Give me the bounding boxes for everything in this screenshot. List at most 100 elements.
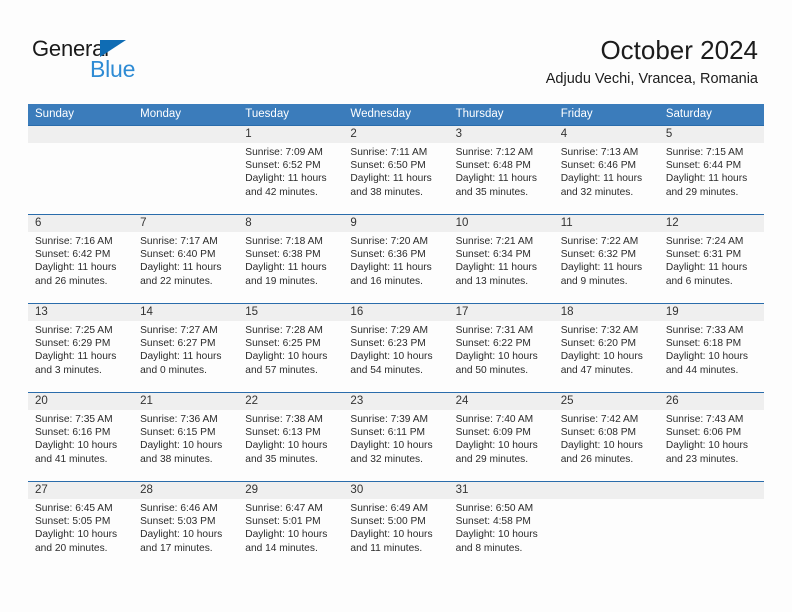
day-cell[interactable]: 2 Sunrise: 7:11 AM Sunset: 6:50 PM Dayli…	[343, 126, 448, 214]
day-details: Sunrise: 7:31 AM Sunset: 6:22 PM Dayligh…	[456, 324, 554, 377]
sunset-text: Sunset: 6:27 PM	[140, 338, 216, 350]
day-cell[interactable]: 20 Sunrise: 7:35 AM Sunset: 6:16 PM Dayl…	[28, 393, 133, 481]
day-number: 22	[245, 395, 259, 407]
day-cell[interactable]	[28, 126, 133, 214]
brand-logo: General Blue	[32, 36, 162, 84]
day-details: Sunrise: 7:24 AM Sunset: 6:31 PM Dayligh…	[666, 235, 764, 288]
day-details: Sunrise: 7:12 AM Sunset: 6:48 PM Dayligh…	[456, 146, 554, 199]
sunrise-text: Sunrise: 7:38 AM	[245, 414, 323, 425]
day-number: 12	[665, 217, 679, 229]
day-number	[666, 482, 764, 499]
day-cell[interactable]: 31 Sunrise: 6:50 AM Sunset: 4:58 PM Dayl…	[449, 482, 554, 568]
daylight-text-line2: and 44 minutes.	[665, 364, 739, 376]
daylight-text-line2: and 38 minutes.	[350, 186, 423, 198]
day-cell[interactable]: 12 Sunrise: 7:24 AM Sunset: 6:31 PM Dayl…	[659, 215, 764, 303]
day-cell[interactable]: 27 Sunrise: 6:45 AM Sunset: 5:05 PM Dayl…	[28, 482, 133, 568]
day-cell[interactable]: 13 Sunrise: 7:25 AM Sunset: 6:29 PM Dayl…	[28, 304, 133, 392]
sunset-text: Sunset: 6:18 PM	[665, 338, 742, 350]
week-row: 13 Sunrise: 7:25 AM Sunset: 6:29 PM Dayl…	[28, 303, 764, 392]
day-cell[interactable]: 19 Sunrise: 7:33 AM Sunset: 6:18 PM Dayl…	[659, 304, 764, 392]
sunrise-text: Sunrise: 6:50 AM	[455, 503, 534, 514]
day-details: Sunrise: 7:17 AM Sunset: 6:40 PM Dayligh…	[140, 235, 238, 288]
daylight-text-line2: and 35 minutes.	[455, 186, 529, 198]
day-cell[interactable]	[133, 126, 238, 214]
day-cell[interactable]	[554, 482, 659, 568]
brand-name-bottom: Blue	[90, 56, 136, 82]
daylight-text-line2: and 0 minutes.	[140, 364, 207, 376]
daylight-text-line2: and 50 minutes.	[455, 364, 529, 376]
daylight-text-line2: and 9 minutes.	[560, 275, 628, 287]
sunset-text: Sunset: 6:40 PM	[140, 249, 216, 261]
day-cell[interactable]	[659, 482, 764, 568]
day-cell[interactable]: 29 Sunrise: 6:47 AM Sunset: 5:01 PM Dayl…	[238, 482, 343, 568]
daylight-text-line1: Daylight: 10 hours	[245, 529, 328, 541]
sunrise-text: Sunrise: 7:31 AM	[455, 325, 534, 336]
day-number: 1	[245, 128, 252, 140]
daylight-text-line2: and 23 minutes.	[665, 453, 739, 465]
day-cell[interactable]: 17 Sunrise: 7:31 AM Sunset: 6:22 PM Dayl…	[449, 304, 554, 392]
sunrise-text: Sunrise: 6:47 AM	[245, 503, 323, 514]
day-details: Sunrise: 7:32 AM Sunset: 6:20 PM Dayligh…	[561, 324, 659, 377]
day-cell[interactable]: 30 Sunrise: 6:49 AM Sunset: 5:00 PM Dayl…	[343, 482, 448, 568]
day-details: Sunrise: 7:39 AM Sunset: 6:11 PM Dayligh…	[350, 413, 448, 466]
daylight-text-line1: Daylight: 11 hours	[140, 262, 222, 274]
daylight-text-line1: Daylight: 10 hours	[350, 440, 433, 452]
day-number: 23	[350, 395, 364, 407]
daylight-text-line1: Daylight: 11 hours	[35, 351, 117, 363]
daylight-text-line1: Daylight: 11 hours	[455, 173, 537, 185]
sunset-text: Sunset: 4:58 PM	[455, 516, 531, 528]
sunrise-text: Sunrise: 7:18 AM	[245, 236, 323, 247]
day-cell[interactable]: 4 Sunrise: 7:13 AM Sunset: 6:46 PM Dayli…	[554, 126, 659, 214]
day-number: 7	[140, 217, 147, 229]
sunrise-text: Sunrise: 7:17 AM	[140, 236, 218, 247]
day-details: Sunrise: 6:45 AM Sunset: 5:05 PM Dayligh…	[35, 502, 133, 555]
day-cell[interactable]: 24 Sunrise: 7:40 AM Sunset: 6:09 PM Dayl…	[449, 393, 554, 481]
day-cell[interactable]: 16 Sunrise: 7:29 AM Sunset: 6:23 PM Dayl…	[343, 304, 448, 392]
daylight-text-line2: and 6 minutes.	[665, 275, 733, 287]
sunset-text: Sunset: 6:09 PM	[455, 427, 531, 439]
daylight-text-line2: and 32 minutes.	[560, 186, 634, 198]
day-number: 4	[560, 128, 568, 140]
day-cell[interactable]: 15 Sunrise: 7:28 AM Sunset: 6:25 PM Dayl…	[238, 304, 343, 392]
daylight-text-line2: and 22 minutes.	[140, 275, 213, 287]
day-cell[interactable]: 23 Sunrise: 7:39 AM Sunset: 6:11 PM Dayl…	[343, 393, 448, 481]
daylight-text-line2: and 47 minutes.	[560, 364, 634, 376]
week-row: 1 Sunrise: 7:09 AM Sunset: 6:52 PM Dayli…	[28, 125, 764, 214]
daylight-text-line1: Daylight: 11 hours	[560, 173, 643, 185]
sunrise-text: Sunrise: 7:35 AM	[35, 414, 113, 425]
day-cell[interactable]: 1 Sunrise: 7:09 AM Sunset: 6:52 PM Dayli…	[238, 126, 343, 214]
day-number: 2	[350, 128, 357, 140]
sunrise-text: Sunrise: 7:27 AM	[140, 325, 218, 336]
sunset-text: Sunset: 6:22 PM	[455, 338, 531, 350]
day-cell[interactable]: 22 Sunrise: 7:38 AM Sunset: 6:13 PM Dayl…	[238, 393, 343, 481]
day-cell[interactable]: 10 Sunrise: 7:21 AM Sunset: 6:34 PM Dayl…	[449, 215, 554, 303]
day-cell[interactable]: 6 Sunrise: 7:16 AM Sunset: 6:42 PM Dayli…	[28, 215, 133, 303]
day-cell[interactable]: 21 Sunrise: 7:36 AM Sunset: 6:15 PM Dayl…	[133, 393, 238, 481]
sunset-text: Sunset: 5:01 PM	[245, 516, 321, 528]
daylight-text-line2: and 54 minutes.	[350, 364, 423, 376]
day-number	[561, 482, 659, 499]
day-cell[interactable]: 9 Sunrise: 7:20 AM Sunset: 6:36 PM Dayli…	[343, 215, 448, 303]
page-title: October 2024	[600, 35, 758, 65]
weekday-saturday: Saturday	[665, 108, 712, 120]
day-details: Sunrise: 7:11 AM Sunset: 6:50 PM Dayligh…	[350, 146, 448, 199]
day-details: Sunrise: 7:27 AM Sunset: 6:27 PM Dayligh…	[140, 324, 238, 377]
day-cell[interactable]: 14 Sunrise: 7:27 AM Sunset: 6:27 PM Dayl…	[133, 304, 238, 392]
daylight-text-line1: Daylight: 10 hours	[455, 440, 538, 452]
calendar-grid: Sunday Monday Tuesday Wednesday Thursday…	[28, 104, 764, 568]
daylight-text-line2: and 57 minutes.	[245, 364, 318, 376]
day-cell[interactable]: 28 Sunrise: 6:46 AM Sunset: 5:03 PM Dayl…	[133, 482, 238, 568]
sunset-text: Sunset: 6:44 PM	[665, 160, 742, 172]
week-row: 20 Sunrise: 7:35 AM Sunset: 6:16 PM Dayl…	[28, 392, 764, 481]
day-number: 16	[350, 306, 364, 318]
day-cell[interactable]: 11 Sunrise: 7:22 AM Sunset: 6:32 PM Dayl…	[554, 215, 659, 303]
day-cell[interactable]: 26 Sunrise: 7:43 AM Sunset: 6:06 PM Dayl…	[659, 393, 764, 481]
daylight-text-line1: Daylight: 10 hours	[140, 529, 223, 541]
daylight-text-line2: and 14 minutes.	[245, 542, 318, 554]
day-cell[interactable]: 8 Sunrise: 7:18 AM Sunset: 6:38 PM Dayli…	[238, 215, 343, 303]
day-cell[interactable]: 5 Sunrise: 7:15 AM Sunset: 6:44 PM Dayli…	[659, 126, 764, 214]
day-cell[interactable]: 25 Sunrise: 7:42 AM Sunset: 6:08 PM Dayl…	[554, 393, 659, 481]
day-cell[interactable]: 3 Sunrise: 7:12 AM Sunset: 6:48 PM Dayli…	[449, 126, 554, 214]
day-cell[interactable]: 18 Sunrise: 7:32 AM Sunset: 6:20 PM Dayl…	[554, 304, 659, 392]
day-cell[interactable]: 7 Sunrise: 7:17 AM Sunset: 6:40 PM Dayli…	[133, 215, 238, 303]
